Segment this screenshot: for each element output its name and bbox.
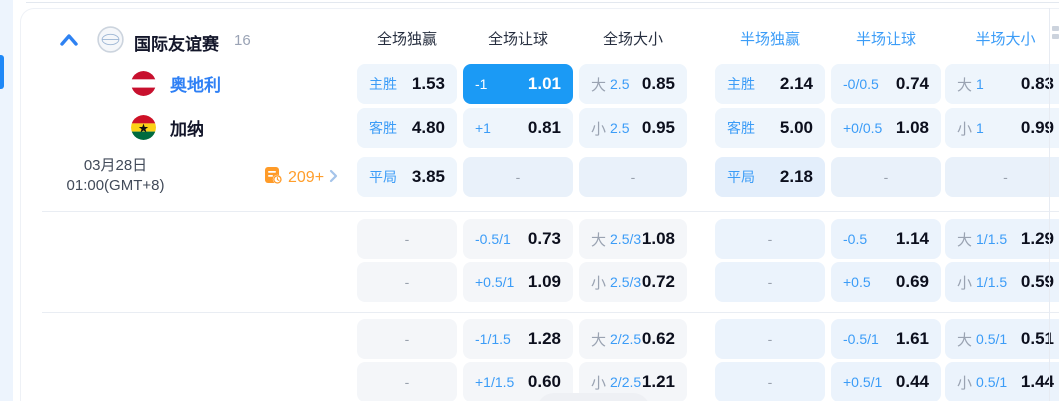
- league-match-count: 16: [234, 32, 251, 49]
- odds-cell-empty: -: [463, 157, 573, 197]
- section-divider: [42, 211, 1059, 212]
- odds-cell-half-away-win[interactable]: 客胜 5.00: [715, 108, 825, 148]
- odds-cell-half-under[interactable]: 小 1 0.99: [945, 108, 1059, 148]
- odds-cell-half-under-alt[interactable]: 小 0.5/1 1.44: [945, 362, 1059, 401]
- back-to-top-button[interactable]: 返回顶部: [537, 393, 650, 401]
- top-divider: [26, 2, 1059, 3]
- odds-cell-empty: -: [579, 157, 687, 197]
- odds-cell-empty: -: [715, 319, 825, 359]
- column-header-half-handicap: 半场让球: [855, 31, 916, 48]
- odds-cell-empty: -: [715, 262, 825, 302]
- odds-cell-full-handicap-alt[interactable]: -0.5/1 0.73: [463, 219, 573, 259]
- section-divider: [42, 312, 1059, 313]
- match-datetime: 03月28日 01:00(GMT+8): [43, 156, 188, 196]
- odds-cell-full-under[interactable]: 小 2.5 0.95: [579, 108, 687, 148]
- odds-cell-half-draw[interactable]: 平局 2.18: [715, 157, 825, 197]
- league-title: 国际友谊赛: [134, 35, 219, 54]
- odds-cell-half-handicap-alt[interactable]: -0.5 1.14: [831, 219, 941, 259]
- odds-cell-half-handicap-alt[interactable]: +0.5 0.69: [831, 262, 941, 302]
- column-header-full-1x2: 全场独赢: [376, 31, 437, 48]
- odds-cell-full-handicap-away[interactable]: +1 0.81: [463, 108, 573, 148]
- austria-flag-icon: [131, 71, 156, 96]
- odds-cell-half-home-win[interactable]: 主胜 2.14: [715, 64, 825, 104]
- odds-cell-empty: -: [715, 362, 825, 401]
- home-team-row: 奥地利: [131, 71, 221, 96]
- markets-count: 209+: [288, 169, 325, 186]
- odds-cell-empty: -: [357, 362, 457, 401]
- odds-cell-full-over[interactable]: 大 2.5 0.85: [579, 64, 687, 104]
- odds-cell-half-over-alt[interactable]: 大 0.5/1 0.51: [945, 319, 1059, 359]
- odds-cell-full-handicap-alt[interactable]: +0.5/1 1.09: [463, 262, 573, 302]
- odds-cell-full-handicap-alt[interactable]: -1/1.5 1.28: [463, 319, 573, 359]
- home-team-name: 奥地利: [170, 76, 221, 95]
- odds-cell-full-under-alt[interactable]: 小 2.5/3 0.72: [579, 262, 687, 302]
- away-team-name: 加纳: [170, 120, 204, 139]
- odds-cell-full-over-alt[interactable]: 大 2/2.5 0.62: [579, 319, 687, 359]
- column-header-full-handicap: 全场让球: [487, 31, 548, 48]
- odds-cell-half-handicap-home[interactable]: -0/0.5 0.74: [831, 64, 941, 104]
- column-header-half-1x2: 半场独赢: [739, 31, 800, 48]
- odds-cell-half-handicap-away[interactable]: +0/0.5 1.08: [831, 108, 941, 148]
- match-date: 03月28日: [83, 157, 148, 174]
- odds-cell-empty: -: [715, 219, 825, 259]
- collapse-chevron-up-icon[interactable]: [57, 31, 81, 51]
- column-header-half-overunder: 半场大小: [975, 31, 1036, 48]
- more-markets-link[interactable]: 209+: [264, 166, 338, 190]
- clipped-edge-icon: [1052, 26, 1059, 42]
- odds-cell-empty: -: [357, 262, 457, 302]
- odds-cell-full-home-win[interactable]: 主胜 1.53: [357, 64, 457, 104]
- odds-cell-half-under-alt[interactable]: 小 1/1.5 0.59: [945, 262, 1059, 302]
- odds-cell-empty: -: [831, 157, 941, 197]
- odds-cell-full-draw[interactable]: 平局 3.85: [357, 157, 457, 197]
- odds-cell-full-away-win[interactable]: 客胜 4.80: [357, 108, 457, 148]
- odds-cell-empty: -: [945, 157, 1059, 197]
- ghana-flag-icon: [131, 115, 156, 140]
- odds-cell-empty: -: [357, 219, 457, 259]
- odds-cell-half-handicap-alt[interactable]: +0.5/1 0.44: [831, 362, 941, 401]
- odds-page: 国际友谊赛 16 全场独赢 全场让球 全场大小 半场独赢 半场让球 半场大小 奥…: [0, 0, 1059, 401]
- match-time: 01:00(GMT+8): [66, 177, 165, 194]
- odds-cell-half-handicap-alt[interactable]: -0.5/1 1.61: [831, 319, 941, 359]
- column-header-full-overunder: 全场大小: [602, 31, 663, 48]
- odds-cell-full-handicap-home-selected[interactable]: -1 1.01: [463, 64, 573, 104]
- away-team-row: 加纳: [131, 115, 204, 140]
- scroll-indicator: [0, 55, 4, 89]
- odds-cell-full-over-alt[interactable]: 大 2.5/3 1.08: [579, 219, 687, 259]
- markets-doc-clock-icon: [264, 166, 283, 190]
- league-card: 国际友谊赛 16 全场独赢 全场让球 全场大小 半场独赢 半场让球 半场大小 奥…: [20, 8, 1059, 401]
- odds-cell-empty: -: [357, 319, 457, 359]
- odds-cell-half-over[interactable]: 大 1 0.83: [945, 64, 1059, 104]
- odds-cell-half-over-alt[interactable]: 大 1/1.5 1.29: [945, 219, 1059, 259]
- league-logo-icon: [97, 26, 124, 53]
- chevron-right-icon: [329, 169, 338, 188]
- right-column-divider: [1049, 8, 1050, 401]
